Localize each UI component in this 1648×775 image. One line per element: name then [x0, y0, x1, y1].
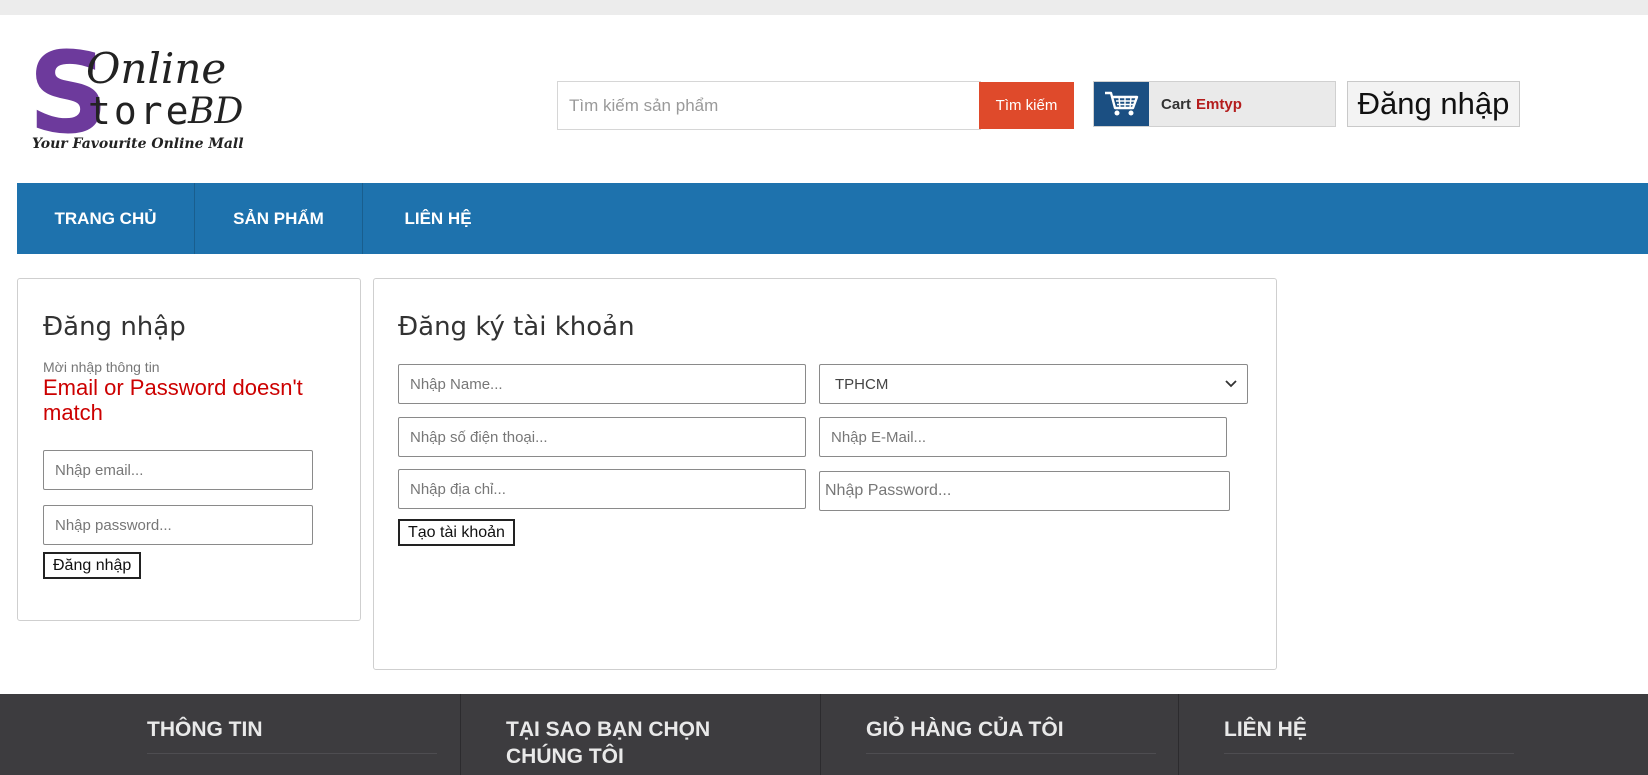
footer-title: TẠI SAO BẠN CHỌN CHÚNG TÔI — [506, 718, 711, 768]
footer-divider — [147, 753, 437, 754]
login-panel: Đăng nhập Mời nhập thông tin Email or Pa… — [17, 278, 361, 621]
store-logo[interactable]: S Online tore BD Your Favourite Online M… — [28, 38, 288, 164]
logo-suffix: BD — [188, 91, 244, 132]
footer: THÔNG TIN TẠI SAO BẠN CHỌN CHÚNG TÔI GIỎ… — [0, 694, 1648, 775]
footer-column-my-cart: GIỎ HÀNG CỦA TÔI — [820, 694, 1178, 775]
footer-title: THÔNG TIN — [147, 718, 263, 741]
login-title: Đăng nhập — [43, 312, 186, 342]
register-city-select[interactable]: TPHCM — [819, 364, 1248, 404]
register-phone-field[interactable] — [398, 417, 806, 457]
nav-contact[interactable]: LIÊN HỆ — [363, 183, 513, 254]
login-submit-button[interactable]: Đăng nhập — [43, 552, 142, 579]
register-name-field[interactable] — [398, 364, 806, 404]
header-login-button[interactable]: Đăng nhập — [1347, 81, 1520, 127]
logo-tagline: Your Favourite Online Mall — [32, 136, 244, 152]
login-error-message: Email or Password doesn't match — [43, 375, 303, 425]
logo-line2: tore — [88, 89, 192, 133]
cart-status: Emtyp — [1196, 95, 1242, 113]
register-email-field[interactable] — [819, 417, 1227, 457]
login-hint: Mời nhập thông tin — [43, 359, 160, 375]
footer-divider — [866, 753, 1156, 754]
top-strip — [0, 0, 1648, 15]
search-input[interactable] — [557, 81, 981, 130]
footer-column-info: THÔNG TIN — [147, 694, 460, 775]
footer-column-why-us: TẠI SAO BẠN CHỌN CHÚNG TÔI — [460, 694, 820, 775]
footer-column-contact: LIÊN HỆ — [1178, 694, 1648, 775]
register-title: Đăng ký tài khoản — [398, 312, 635, 342]
footer-title: LIÊN HỆ — [1224, 718, 1307, 741]
cart-icon-box — [1094, 82, 1149, 126]
footer-divider — [1224, 753, 1514, 754]
footer-title: GIỎ HÀNG CỦA TÔI — [866, 718, 1064, 741]
search-button[interactable]: Tìm kiếm — [979, 82, 1074, 129]
register-password-field[interactable] — [819, 471, 1230, 511]
cart-label: Cart — [1161, 95, 1192, 113]
shopping-cart-icon — [1104, 91, 1138, 116]
create-account-button[interactable]: Tạo tài khoản — [398, 519, 515, 546]
register-panel: Đăng ký tài khoản TPHCM Tạo tài khoản — [373, 278, 1277, 670]
main-nav: TRANG CHỦ SẢN PHẨM LIÊN HỆ — [17, 183, 1648, 254]
city-selected-value: TPHCM — [835, 375, 889, 393]
logo-line1: Online — [86, 44, 227, 93]
nav-home[interactable]: TRANG CHỦ — [17, 183, 195, 254]
cart-widget[interactable]: Cart Emtyp — [1093, 81, 1336, 127]
login-email-field[interactable] — [43, 450, 313, 490]
nav-products[interactable]: SẢN PHẨM — [195, 183, 363, 254]
register-address-field[interactable] — [398, 469, 806, 509]
chevron-down-icon — [1225, 380, 1237, 388]
login-password-field[interactable] — [43, 505, 313, 545]
